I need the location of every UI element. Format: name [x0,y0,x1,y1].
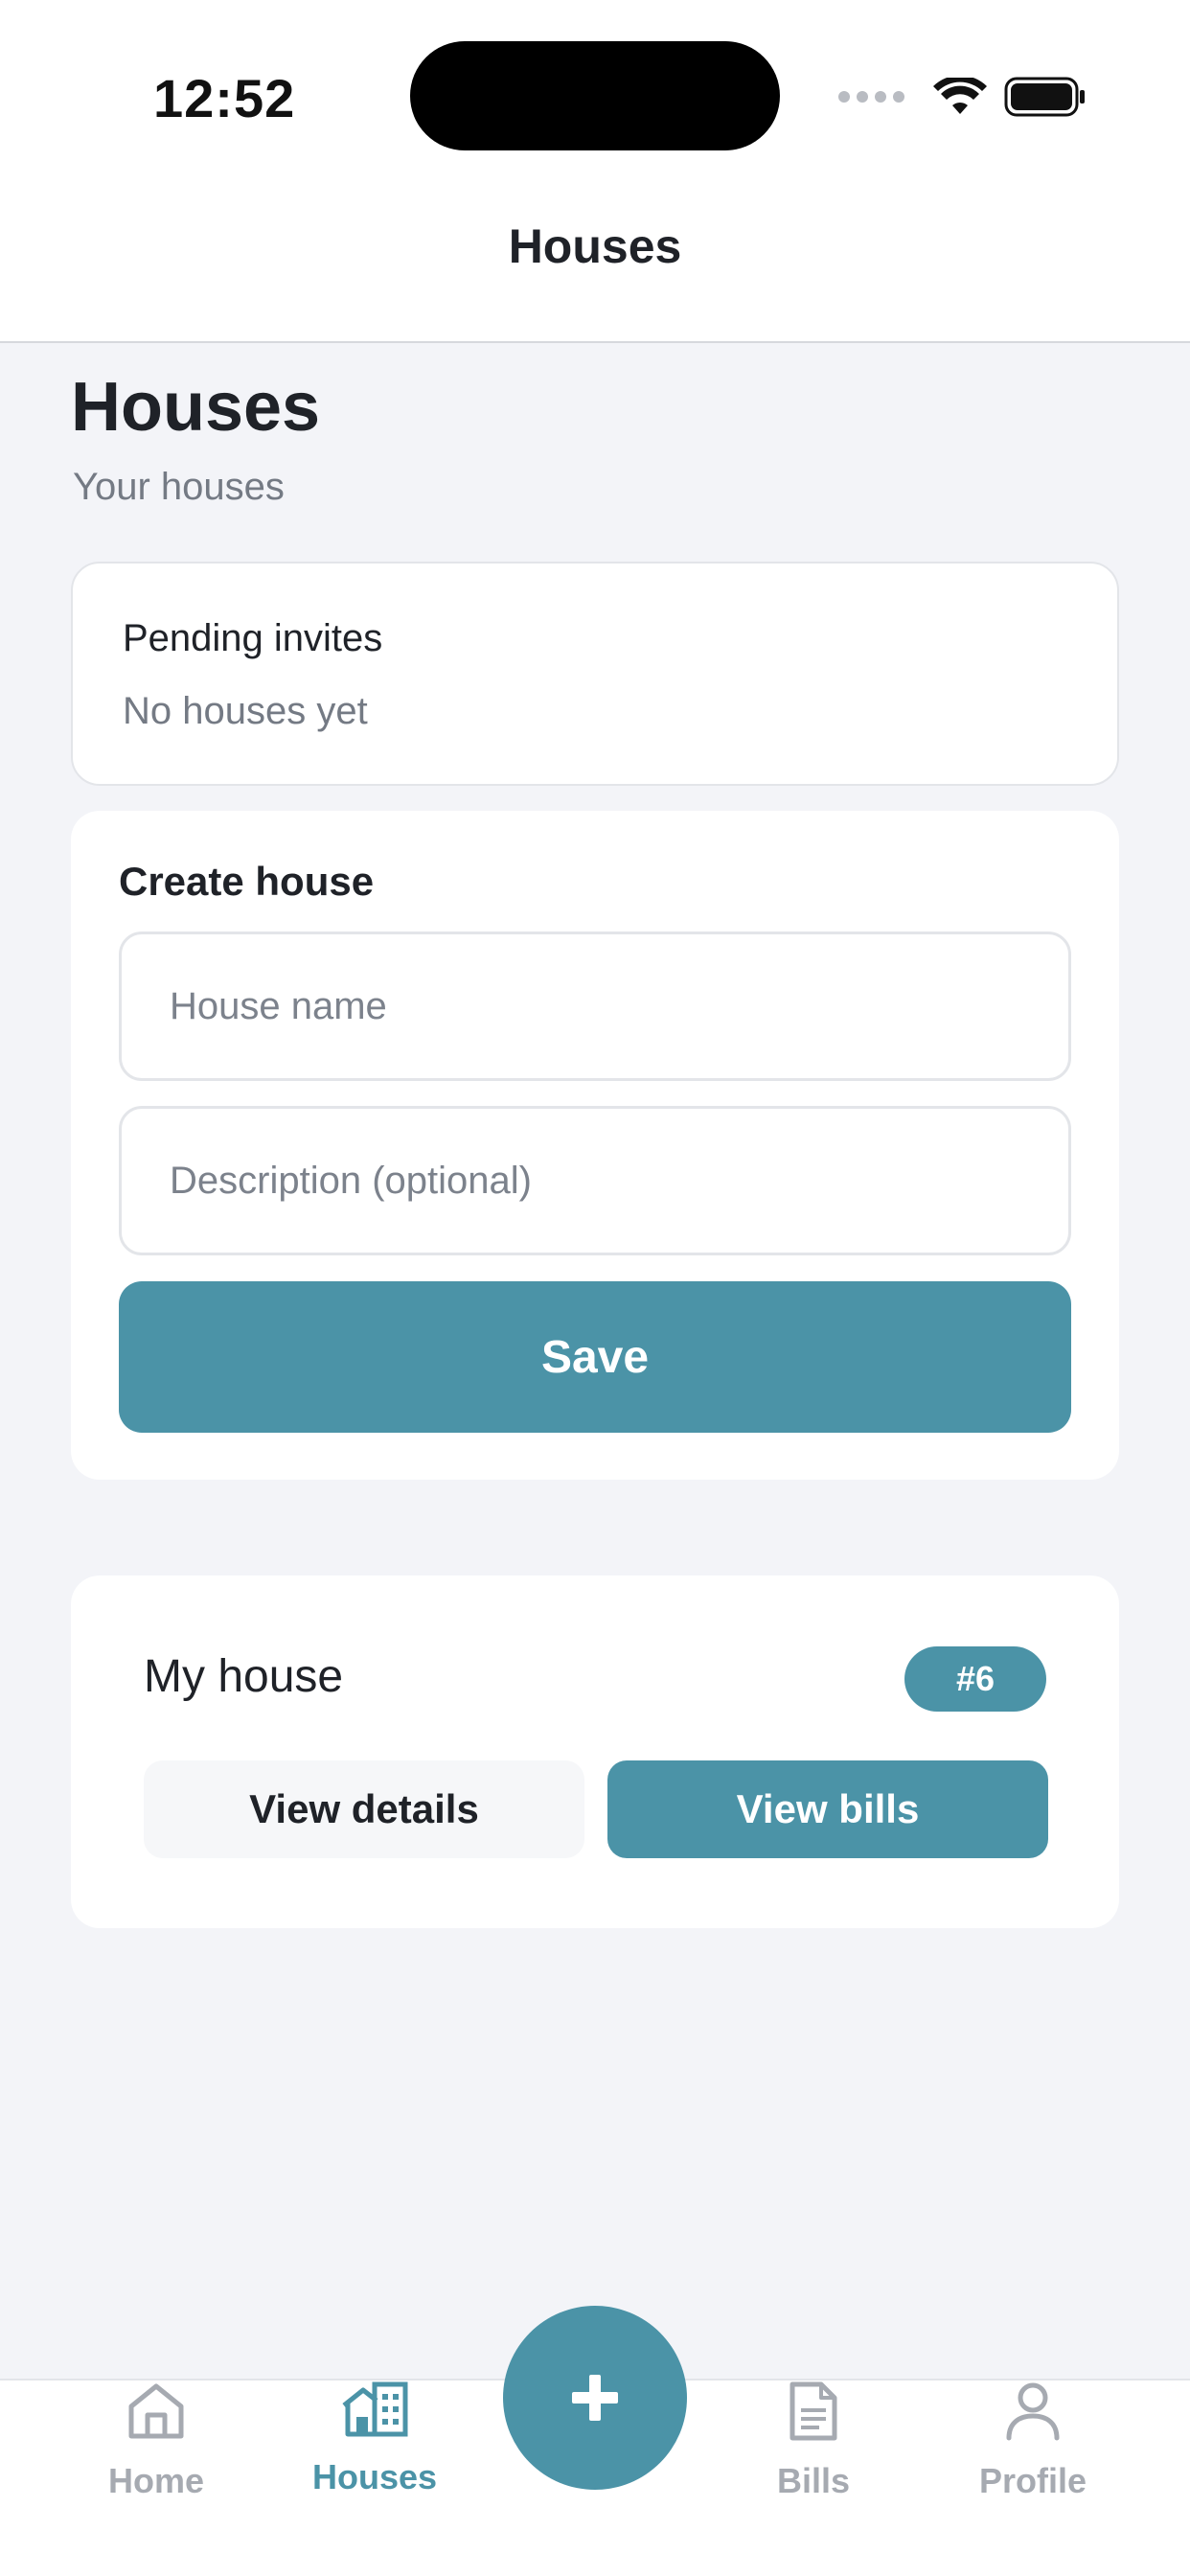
house-id-badge: #6 [904,1646,1046,1712]
tab-houses[interactable]: Houses [279,2380,470,2534]
houses-screen: 12:52 Houses Houses Your houses Pending … [0,0,1190,2576]
signal-icon [838,91,904,103]
home-icon [128,2383,184,2439]
document-icon [790,2381,837,2441]
tab-bills[interactable]: Bills [718,2380,909,2534]
view-bills-button[interactable]: View bills [607,1760,1048,1858]
person-icon [1006,2382,1060,2441]
create-house-card: Create house Save [71,811,1119,1480]
view-details-button[interactable]: View details [144,1760,584,1858]
tab-profile-label: Profile [978,2461,1087,2500]
pending-invites-empty: No houses yet [123,690,368,732]
plus-icon [572,2375,618,2421]
house-description-input[interactable] [119,1106,1071,1255]
house-card: My house #6 View details View bills [71,1576,1119,1928]
wifi-icon [933,78,987,114]
battery-icon [1004,77,1085,117]
house-name: My house [144,1651,344,1702]
pending-invites-card: Pending invites No houses yet [71,562,1119,786]
page-subtitle: Your houses [73,466,285,508]
houses-icon [342,2381,408,2437]
create-house-title: Create house [119,859,375,904]
top-bar: 12:52 Houses [0,0,1190,343]
save-button[interactable]: Save [119,1281,1071,1433]
nav-title: Houses [508,219,682,273]
tab-home-label: Home [107,2461,205,2500]
status-time: 12:52 [153,68,296,128]
tab-houses-label: Houses [311,2457,438,2496]
tab-bills-label: Bills [776,2461,851,2500]
tab-home[interactable]: Home [60,2380,252,2534]
status-icons [838,77,1087,117]
tab-profile[interactable]: Profile [937,2380,1129,2534]
house-name-input[interactable] [119,932,1071,1081]
pending-invites-title: Pending invites [123,617,383,659]
add-button[interactable] [503,2306,687,2490]
dynamic-island [410,41,780,150]
page-title: Houses [71,369,321,446]
